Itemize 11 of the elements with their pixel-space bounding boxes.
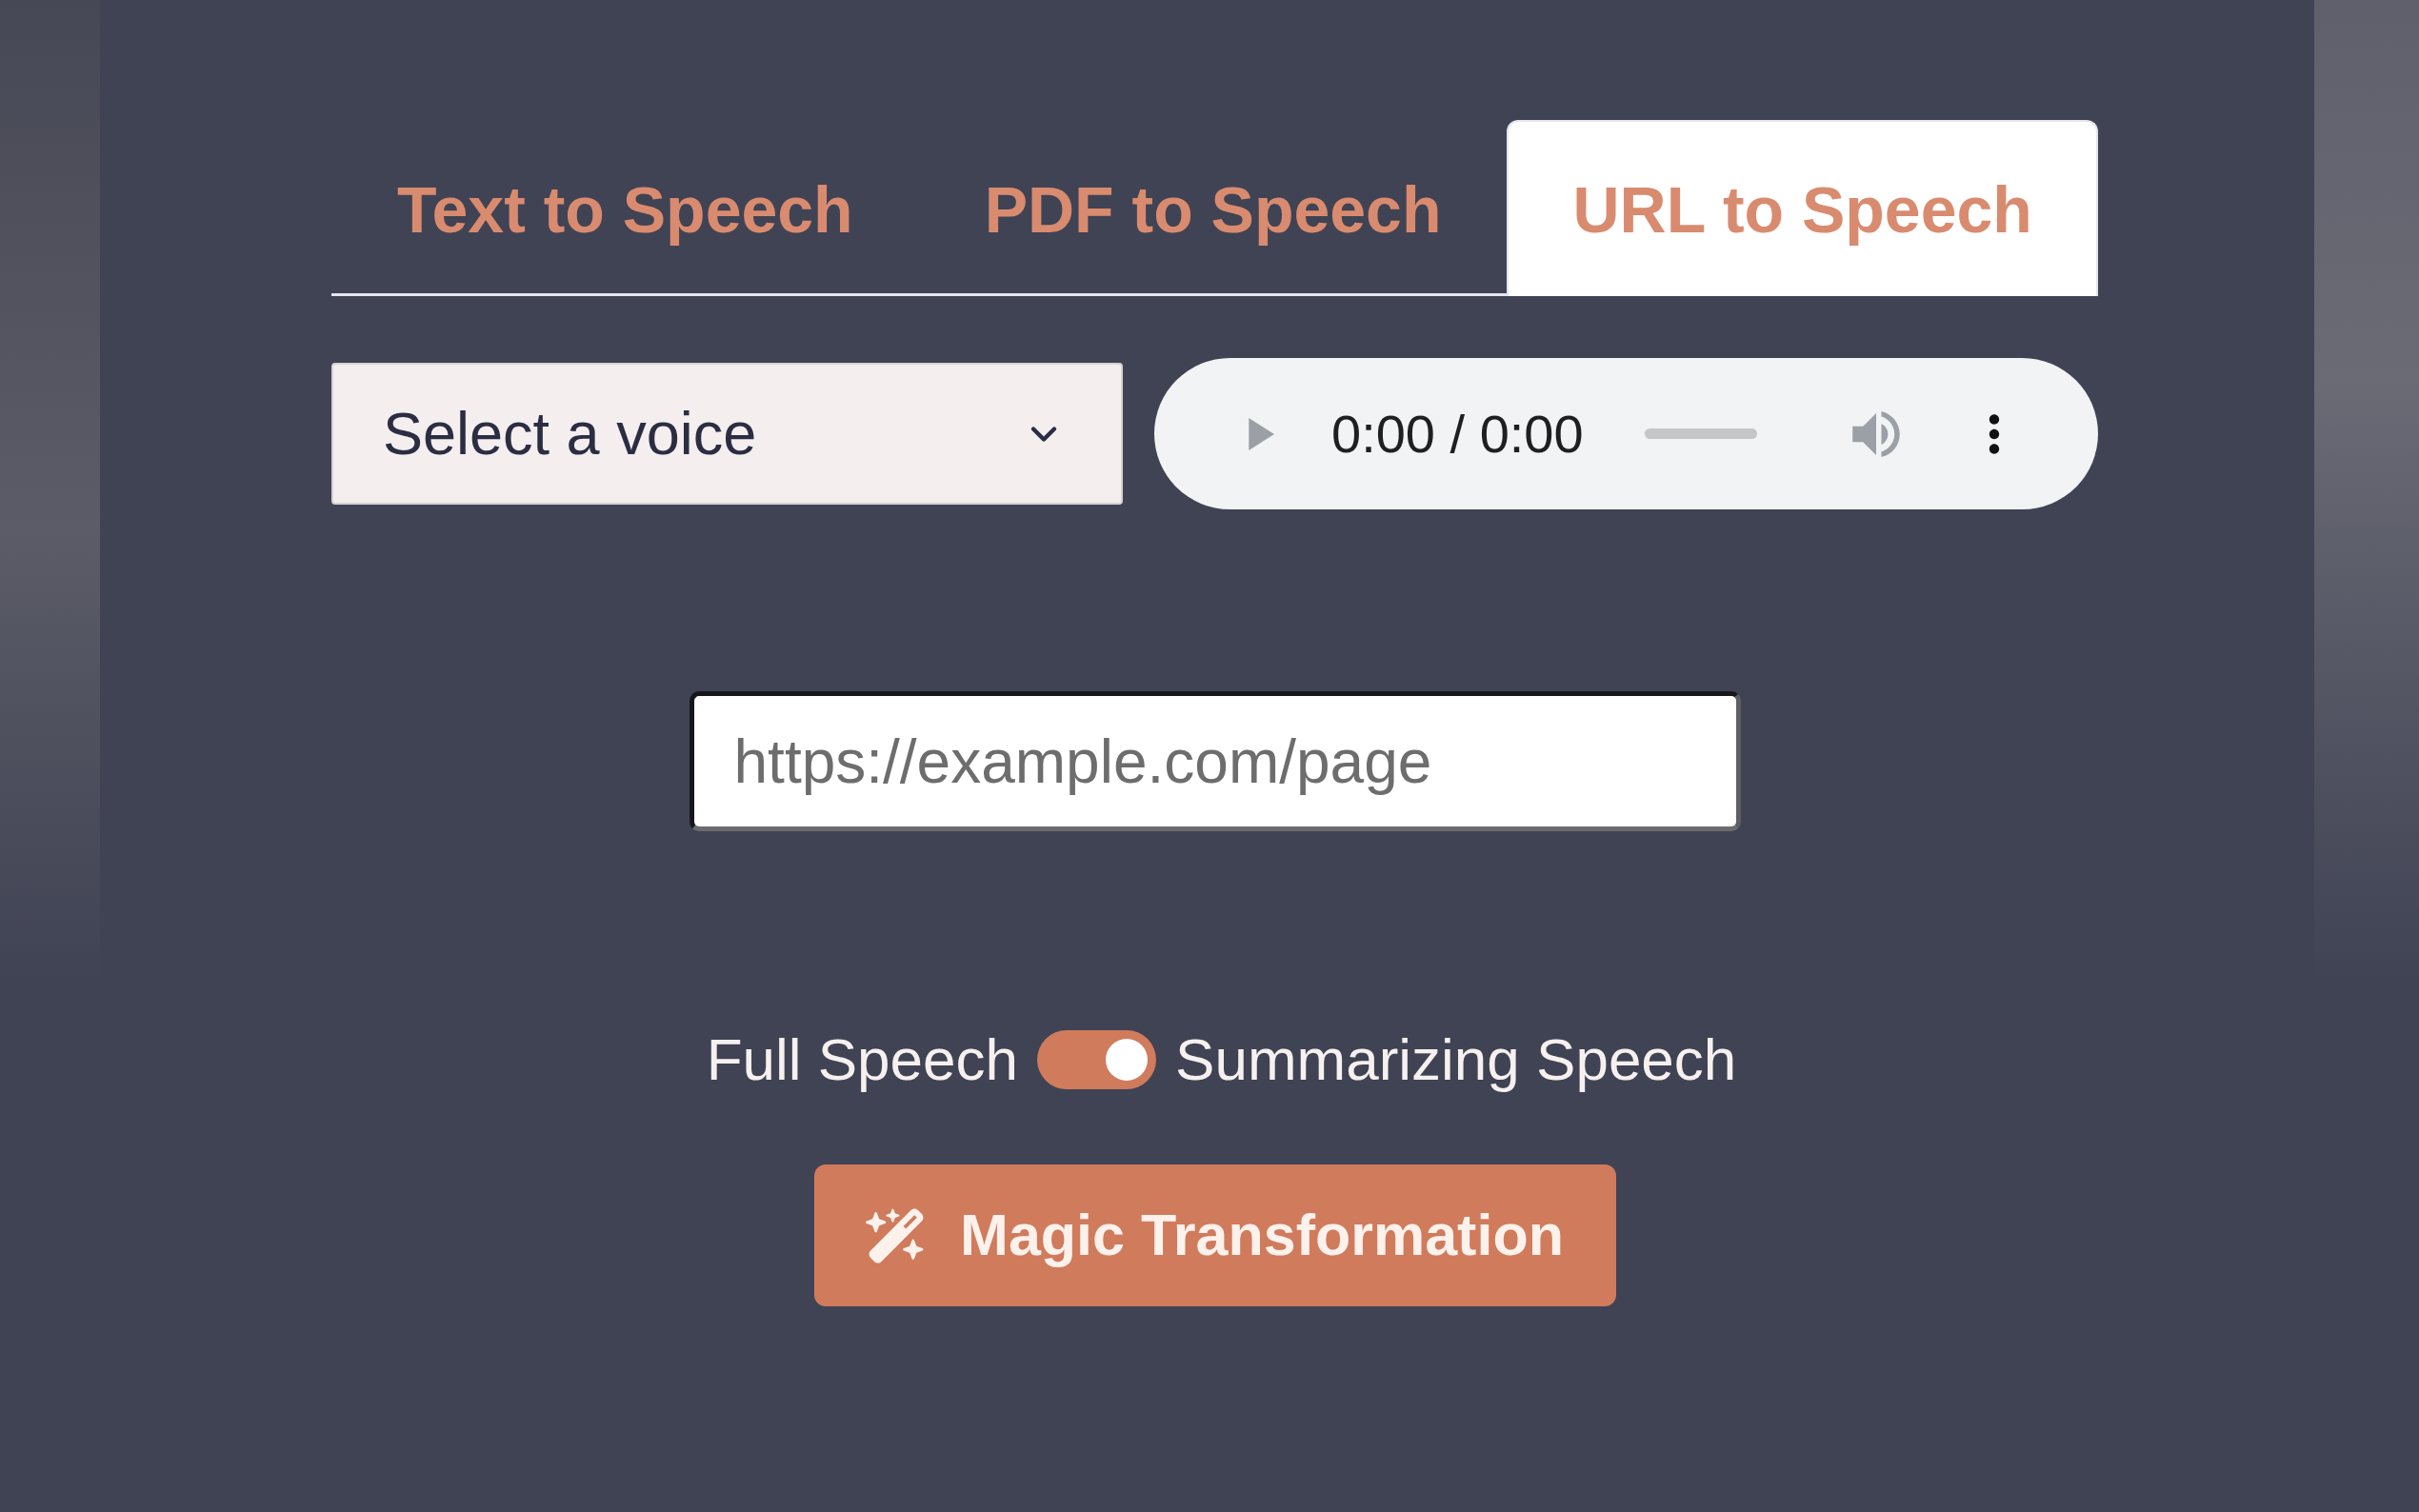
url-input[interactable]: https://example.com/page	[689, 691, 1741, 831]
summarizing-speech-label: Summarizing Speech	[1175, 1025, 1737, 1094]
full-speech-label: Full Speech	[706, 1025, 1019, 1094]
time-display: 0:00 / 0:00	[1331, 403, 1584, 465]
switch-knob	[1106, 1039, 1149, 1081]
tab[interactable]: PDF to Speech	[918, 120, 1508, 296]
tab[interactable]: URL to Speech	[1507, 120, 2098, 296]
magic-transformation-button[interactable]: Magic Transformation	[813, 1164, 1616, 1306]
tab[interactable]: Text to Speech	[331, 120, 919, 296]
voice-select[interactable]: Select a voice	[331, 363, 1123, 505]
progress-track[interactable]	[1644, 428, 1757, 439]
